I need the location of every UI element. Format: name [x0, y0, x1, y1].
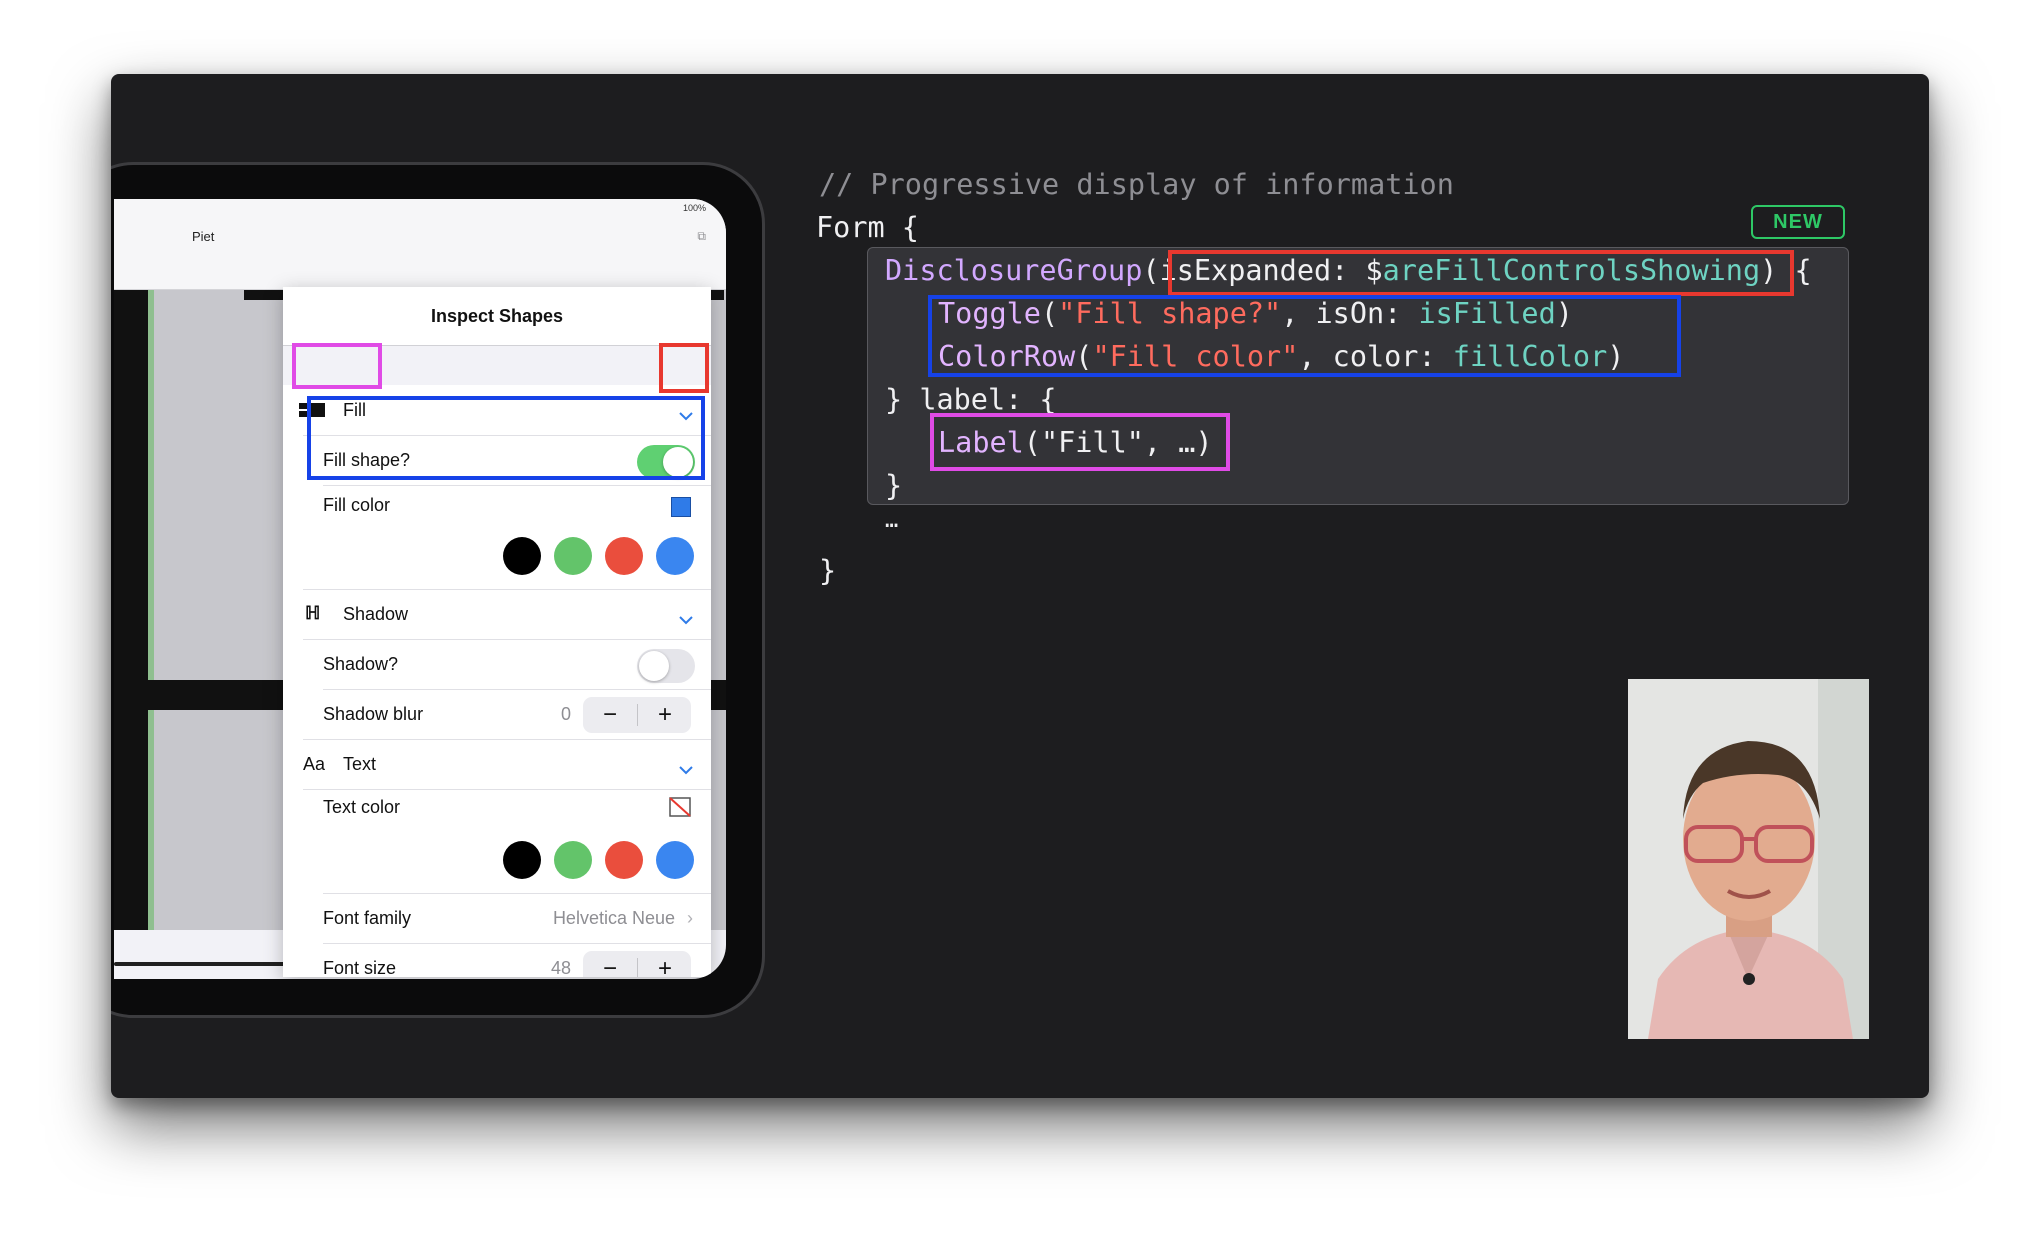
code-outer-close: } [819, 554, 837, 587]
fill-color-well[interactable] [671, 497, 691, 517]
popover-title: Inspect Shapes [283, 287, 711, 346]
navigation-bar: 100% Piet ⧉ [114, 199, 726, 290]
decrement-button[interactable]: − [583, 700, 637, 730]
no-color-icon[interactable] [669, 797, 691, 822]
presentation-slide: 100% Piet ⧉ ⓘ Inspect Shapes [111, 74, 1929, 1098]
highlight-content-code [928, 295, 1681, 377]
swatch-red[interactable] [605, 537, 643, 575]
highlight-label [292, 343, 382, 389]
code-token: DisclosureGroup [885, 254, 1143, 287]
swatch-blue[interactable] [656, 537, 694, 575]
fill-color-label: Fill color [323, 495, 391, 515]
canvas-shape[interactable] [114, 290, 148, 930]
shadow-toggle-label: Shadow? [323, 654, 399, 674]
code-token: ( [1142, 254, 1160, 287]
code-inner-close: } [885, 469, 903, 502]
font-size-row: Font size 48 − + [283, 943, 711, 977]
font-family-row[interactable]: Font family Helvetica Neue › [283, 893, 711, 943]
ipad-screen: 100% Piet ⧉ ⓘ Inspect Shapes [114, 199, 726, 979]
text-icon: Aa [303, 754, 326, 774]
increment-button[interactable]: + [638, 700, 692, 730]
shadow-blur-value: 0 [560, 704, 571, 724]
shadow-toggle-row: Shadow? [283, 639, 711, 689]
canvas-shape[interactable] [148, 290, 154, 930]
swatch-black[interactable] [503, 841, 541, 879]
text-swatch-row [283, 831, 711, 893]
font-size-value: 48 [550, 958, 571, 977]
fill-color-row[interactable]: Fill color [283, 485, 711, 527]
ipad-device: 100% Piet ⧉ ⓘ Inspect Shapes [111, 162, 765, 1018]
highlight-is-expanded [1168, 250, 1794, 296]
inspect-shapes-popover: Inspect Shapes Fill Fill shape? Fill col… [283, 287, 711, 977]
swatch-red[interactable] [605, 841, 643, 879]
code-label-line: } label: { [885, 383, 1057, 416]
font-family-value: Helvetica Neue [552, 908, 675, 928]
nav-title: Piet [192, 229, 215, 244]
shadow-label: Shadow [343, 604, 409, 624]
shadow-icon: ℍ [305, 603, 321, 623]
decrement-button[interactable]: − [583, 954, 637, 977]
new-badge: NEW [1751, 205, 1845, 239]
code-ellipsis: … [885, 508, 899, 533]
toggle-knob [639, 651, 669, 681]
shadow-disclosure-row[interactable]: ℍ Shadow [283, 589, 711, 639]
highlight-disclosure-chevron [659, 343, 709, 393]
text-color-label: Text color [323, 797, 401, 817]
copy-icon[interactable]: ⧉ [697, 229, 706, 244]
shadow-toggle[interactable] [637, 649, 695, 683]
status-bar: 100% [682, 203, 706, 213]
font-size-label: Font size [323, 958, 397, 977]
swatch-green[interactable] [554, 537, 592, 575]
highlight-content-controls [307, 396, 705, 480]
text-label: Text [343, 754, 377, 774]
text-color-row[interactable]: Text color [283, 789, 711, 831]
fill-swatch-row [283, 527, 711, 587]
shadow-blur-stepper[interactable]: − + [583, 697, 691, 733]
font-size-stepper[interactable]: − + [583, 951, 691, 977]
presenter-video [1628, 679, 1869, 1039]
chevron-right-icon: › [687, 908, 693, 928]
text-disclosure-row[interactable]: Aa Text [283, 739, 711, 789]
swatch-green[interactable] [554, 841, 592, 879]
code-form-open: Form { [816, 211, 919, 244]
highlight-label-code [930, 413, 1230, 471]
increment-button[interactable]: + [638, 954, 692, 977]
chevron-down-icon[interactable] [679, 609, 693, 625]
shadow-blur-row: Shadow blur 0 − + [283, 689, 711, 739]
presenter-portrait [1628, 679, 1869, 1039]
font-family-label: Font family [323, 908, 412, 928]
swatch-black[interactable] [503, 537, 541, 575]
code-comment: // Progressive display of information [819, 168, 1454, 201]
swatch-blue[interactable] [656, 841, 694, 879]
chevron-down-icon[interactable] [679, 759, 693, 775]
shadow-blur-label: Shadow blur [323, 704, 424, 724]
